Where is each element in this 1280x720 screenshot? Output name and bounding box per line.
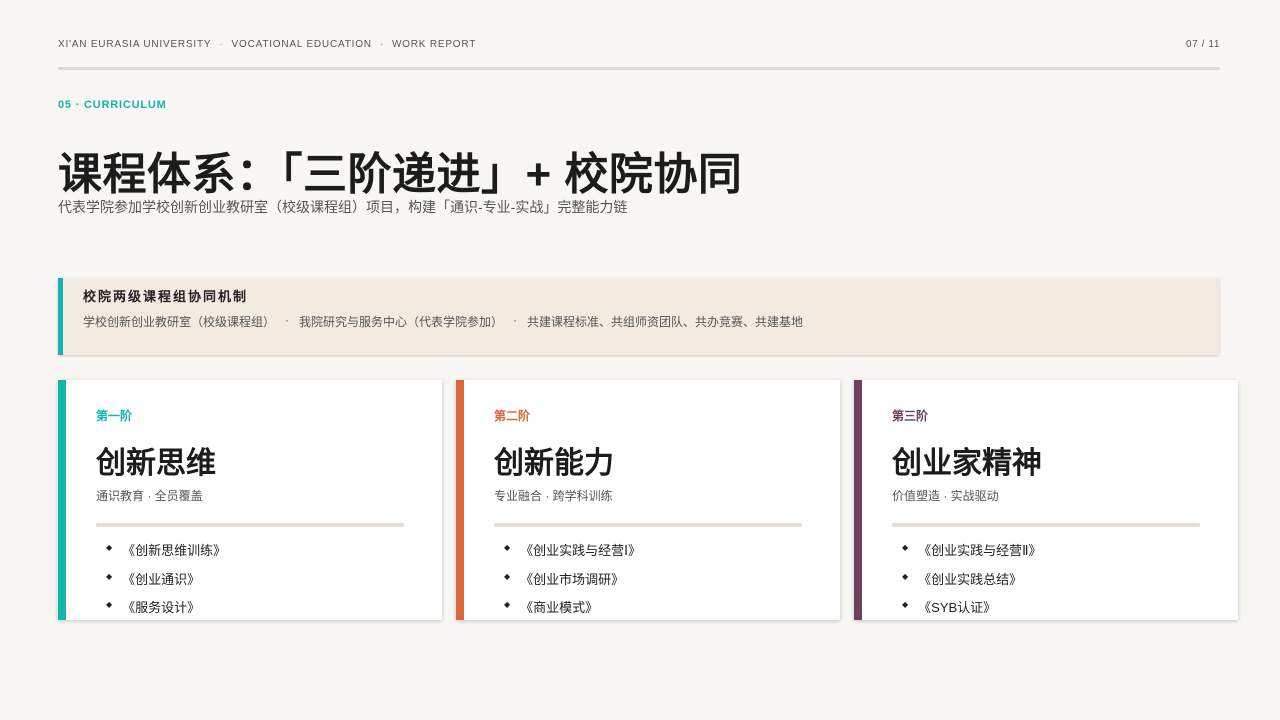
breadcrumb-item-report: WORK REPORT (391, 38, 477, 50)
mechanism-separator: · (513, 313, 518, 327)
stage-label: 第二阶 (494, 409, 531, 423)
diamond-bullet-icon: ◆ (902, 571, 909, 581)
stage-card-1: 第一阶 创新思维 通识教育 · 全员覆盖 ◆ 《创新思维训练》 ◆ 《创业通识》 ◆… (58, 380, 442, 620)
stage-description: 专业融合 · 跨学科训练 (494, 489, 613, 503)
mechanism-item: 学校创新创业教研室（校级课程组） (83, 315, 276, 329)
breadcrumb: XI'AN EURASIA UNIVERSITY · VOCATIONAL ED… (58, 39, 476, 50)
breadcrumb-item-university: XI'AN EURASIA UNIVERSITY (58, 38, 212, 50)
mechanism-items: 学校创新创业教研室（校级课程组） · 我院研究与服务中心（代表学院参加） · 共… (83, 313, 1219, 330)
stage-name: 创新能力 (494, 447, 614, 480)
course-item: ◆ 《创新思维训练》 (106, 540, 226, 569)
stage-divider (494, 523, 802, 527)
course-item: ◆ 《创业通识》 (106, 569, 226, 598)
course-name: 《创业实践与经营Ⅰ》 (520, 543, 641, 558)
stage-description: 通识教育 · 全员覆盖 (96, 489, 203, 503)
course-name: 《服务设计》 (122, 600, 201, 615)
course-name: 《创业市场调研》 (520, 571, 625, 587)
course-name: 《创业实践与经营Ⅱ》 (918, 543, 1042, 558)
breadcrumb-separator: · (219, 38, 224, 50)
mechanism-title: 校院两级课程组协同机制 (83, 289, 249, 304)
course-name: 《创业实践总结》 (918, 571, 1023, 587)
course-name: 《SYB认证》 (918, 600, 997, 615)
stage-name: 创业家精神 (892, 447, 1042, 480)
diamond-bullet-icon: ◆ (504, 543, 511, 552)
stage-description: 价值塑造 · 实战驱动 (892, 489, 999, 503)
breadcrumb-separator: · (379, 38, 384, 50)
course-item: ◆ 《商业模式》 (504, 597, 641, 620)
course-item: ◆ 《创业实践与经营Ⅰ》 (504, 540, 641, 569)
header-divider (58, 67, 1220, 70)
mechanism-item: 共建课程标准、共组师资团队、共办竞赛、共建基地 (527, 315, 804, 329)
course-item: ◆ 《SYB认证》 (902, 597, 1042, 620)
stage-divider (96, 523, 404, 527)
stage-label: 第三阶 (892, 409, 929, 423)
stage-accent-bar (456, 380, 464, 620)
diamond-bullet-icon: ◆ (106, 571, 113, 581)
stage-name: 创新思维 (96, 447, 216, 480)
course-item: ◆ 《创业实践总结》 (902, 569, 1042, 598)
stage-card-3: 第三阶 创业家精神 价值塑造 · 实战驱动 ◆ 《创业实践与经营Ⅱ》 ◆ 《创业实践… (854, 380, 1238, 620)
diamond-bullet-icon: ◆ (106, 543, 113, 552)
course-item: ◆ 《创业市场调研》 (504, 569, 641, 598)
course-name: 《创业通识》 (122, 571, 201, 587)
course-name: 《商业模式》 (520, 600, 599, 615)
stage-divider (892, 523, 1200, 527)
stage-accent-bar (854, 380, 862, 620)
stage-card-2: 第二阶 创新能力 专业融合 · 跨学科训练 ◆ 《创业实践与经营Ⅰ》 ◆ 《创业市场… (456, 380, 840, 620)
breadcrumb-item-vocational: VOCATIONAL EDUCATION (231, 38, 372, 50)
course-item: ◆ 《服务设计》 (106, 597, 226, 620)
stage-accent-bar (58, 380, 66, 620)
course-name: 《创新思维训练》 (122, 543, 227, 558)
page-subtitle: 代表学院参加学校创新创业教研室（校级课程组）项目，构建「通识-专业-实战」完整能… (58, 199, 628, 215)
top-bar: XI'AN EURASIA UNIVERSITY · VOCATIONAL ED… (58, 37, 1220, 51)
diamond-bullet-icon: ◆ (106, 600, 113, 609)
course-list: ◆ 《创业实践与经营Ⅱ》 ◆ 《创业实践总结》 ◆ 《SYB认证》 (902, 540, 1042, 620)
stage-label: 第一阶 (96, 409, 133, 423)
section-tag: 05 · CURRICULUM (58, 99, 167, 111)
diamond-bullet-icon: ◆ (902, 543, 909, 552)
course-list: ◆ 《创新思维训练》 ◆ 《创业通识》 ◆ 《服务设计》 (106, 540, 226, 620)
mechanism-separator: · (285, 313, 290, 327)
diamond-bullet-icon: ◆ (504, 600, 511, 609)
page-indicator: 07 / 11 (1185, 38, 1220, 50)
course-list: ◆ 《创业实践与经营Ⅰ》 ◆ 《创业市场调研》 ◆ 《商业模式》 (504, 540, 641, 620)
course-item: ◆ 《创业实践与经营Ⅱ》 (902, 540, 1042, 569)
diamond-bullet-icon: ◆ (902, 600, 909, 609)
diamond-bullet-icon: ◆ (504, 571, 511, 581)
page-title: 课程体系：「三阶递进」+ 校院协同 (58, 150, 743, 199)
mechanism-banner: 校院两级课程组协同机制 学校创新创业教研室（校级课程组） · 我院研究与服务中心… (58, 278, 1219, 355)
mechanism-item: 我院研究与服务中心（代表学院参加） (299, 315, 504, 329)
